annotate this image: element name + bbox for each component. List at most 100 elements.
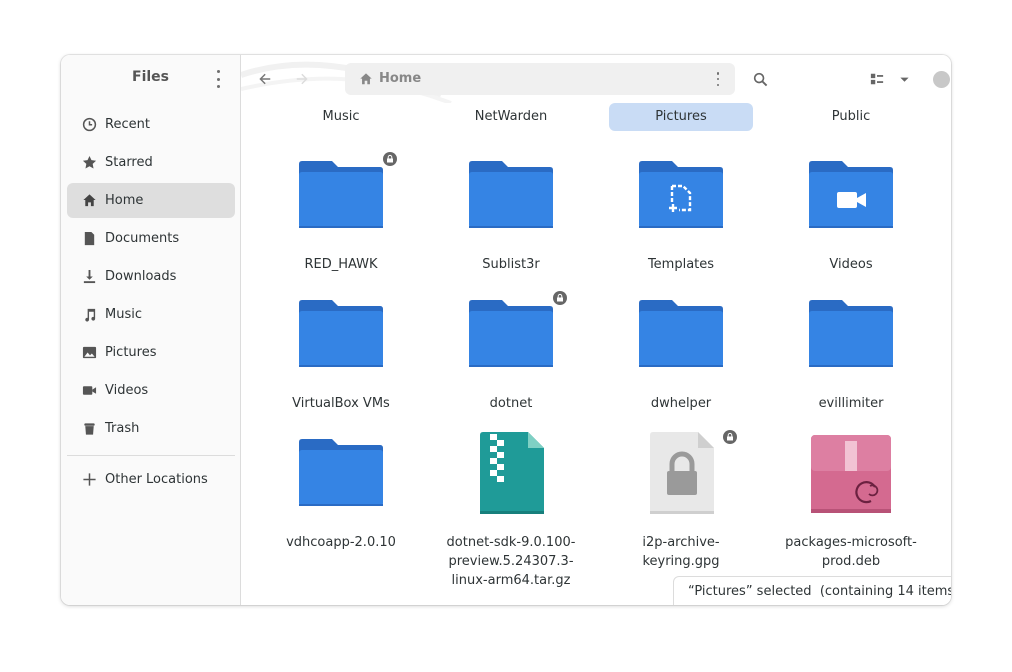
file-item-netwarden[interactable]: NetWarden: [439, 103, 583, 131]
lock-emblem-icon: [383, 152, 397, 166]
breadcrumb[interactable]: Home: [359, 71, 421, 86]
file-name: Videos: [829, 257, 873, 272]
file-item-dwhelper[interactable]: dwhelper: [606, 287, 756, 417]
key-file-icon: [650, 432, 714, 514]
archive-icon: [480, 432, 544, 514]
sidebar-item-starred[interactable]: Starred: [67, 145, 235, 180]
file-name-multiline: dotnet-sdk-9.0.100- preview.5.24307.3- l…: [436, 533, 586, 590]
sidebar-item-label: Starred: [105, 155, 153, 170]
file-item-templates[interactable]: Templates: [606, 148, 756, 278]
search-icon: [753, 72, 767, 86]
path-bar[interactable]: Home: [345, 63, 735, 95]
folder-icon: [809, 300, 893, 367]
lock-emblem-icon: [553, 291, 567, 305]
folder-icon: [469, 161, 553, 228]
path-menu-button[interactable]: [710, 72, 726, 86]
sidebar-item-label: Videos: [105, 383, 149, 398]
header-bar: Home: [241, 55, 951, 103]
file-item-sublist3r[interactable]: Sublist3r: [436, 148, 586, 278]
folder-icon: [469, 300, 553, 367]
home-icon: [81, 193, 97, 209]
file-name: Public: [831, 109, 871, 124]
file-name-line: keyring.gpg: [642, 554, 720, 569]
file-name-multiline: packages-microsoft- prod.deb: [776, 533, 926, 571]
sidebar-item-label: Trash: [105, 421, 140, 436]
file-name: dotnet: [489, 396, 533, 411]
file-name-multiline: i2p-archive- keyring.gpg: [606, 533, 756, 571]
sidebar-item-music[interactable]: Music: [67, 297, 235, 332]
sidebar-item-other-locations[interactable]: Other Locations: [67, 462, 235, 497]
folder-icon: [299, 300, 383, 367]
sidebar-item-label: Documents: [105, 231, 180, 246]
file-item-evillimiter[interactable]: evillimiter: [776, 287, 926, 417]
sidebar-separator: [67, 455, 235, 456]
arrow-right-icon: [296, 73, 308, 85]
file-name-line: linux-arm64.tar.gz: [451, 573, 571, 588]
sidebar-item-pictures[interactable]: Pictures: [67, 335, 235, 370]
document-icon: [81, 231, 97, 247]
file-name-line: i2p-archive-: [642, 535, 720, 550]
file-view: Music NetWarden Pictures Public RED_HAWK…: [241, 103, 951, 605]
sidebar-item-documents[interactable]: Documents: [67, 221, 235, 256]
sidebar-item-label: Music: [105, 307, 142, 322]
debian-package-icon: [811, 435, 891, 513]
sidebar-item-label: Recent: [105, 117, 150, 132]
file-name: vdhcoapp-2.0.10: [286, 535, 396, 550]
file-item-public[interactable]: Public: [779, 103, 923, 131]
file-manager-window: Files Recent Starred Home Documents Down…: [61, 55, 951, 605]
file-name-line: packages-microsoft-: [785, 535, 917, 550]
sidebar-item-label: Downloads: [105, 269, 177, 284]
file-name-line: prod.deb: [821, 554, 881, 569]
view-options-dropdown[interactable]: [896, 69, 912, 89]
picture-icon: [81, 345, 97, 361]
folder-icon: [639, 300, 723, 367]
sidebar-item-label: Home: [105, 193, 144, 208]
file-item-packages-microsoft-deb[interactable]: packages-microsoft- prod.deb: [776, 426, 926, 596]
file-item-pictures[interactable]: Pictures: [609, 103, 753, 131]
file-name: dwhelper: [650, 396, 712, 411]
music-icon: [81, 307, 97, 323]
sidebar-item-downloads[interactable]: Downloads: [67, 259, 235, 294]
sidebar-item-label: Pictures: [105, 345, 157, 360]
sidebar-item-label: Other Locations: [105, 472, 208, 487]
file-name: Music: [322, 109, 360, 124]
file-name-line: preview.5.24307.3-: [448, 554, 574, 569]
file-name: NetWarden: [474, 109, 548, 124]
folder-icon: [299, 439, 383, 506]
file-item-dotnet-sdk-archive[interactable]: dotnet-sdk-9.0.100- preview.5.24307.3- l…: [436, 426, 586, 596]
file-name: RED_HAWK: [304, 257, 378, 272]
sidebar-item-home[interactable]: Home: [67, 183, 235, 218]
file-item-videos[interactable]: Videos: [776, 148, 926, 278]
file-name: Sublist3r: [482, 257, 540, 272]
file-item-dotnet[interactable]: dotnet: [436, 287, 586, 417]
lock-emblem-icon: [723, 430, 737, 444]
file-item-i2p-keyring[interactable]: i2p-archive- keyring.gpg: [606, 426, 756, 596]
home-icon: [360, 72, 372, 84]
file-name: VirtualBox VMs: [292, 396, 390, 411]
view-mode-button[interactable]: [868, 69, 886, 89]
folder-videos-icon: [809, 161, 893, 228]
sidebar-item-trash[interactable]: Trash: [67, 411, 235, 446]
file-name: evillimiter: [818, 396, 884, 411]
plus-icon: [81, 472, 97, 488]
file-item-virtualbox-vms[interactable]: VirtualBox VMs: [266, 287, 416, 417]
file-name: Pictures: [655, 109, 707, 124]
file-item-music[interactable]: Music: [269, 103, 413, 131]
folder-icon: [299, 161, 383, 228]
forward-button[interactable]: [292, 69, 312, 89]
minimize-button[interactable]: [933, 71, 950, 88]
status-floating-bar: “Pictures” selected (containing 14 items…: [673, 576, 951, 605]
back-button[interactable]: [255, 69, 275, 89]
sidebar-item-recent[interactable]: Recent: [67, 107, 235, 142]
file-name-line: dotnet-sdk-9.0.100-: [446, 535, 576, 550]
file-item-vdhcoapp[interactable]: vdhcoapp-2.0.10: [266, 426, 416, 596]
main-menu-button[interactable]: [210, 70, 226, 88]
clock-icon: [81, 117, 97, 133]
search-button[interactable]: [750, 69, 770, 89]
folder-templates-icon: [639, 161, 723, 228]
file-name: Templates: [647, 257, 715, 272]
sidebar-item-videos[interactable]: Videos: [67, 373, 235, 408]
sidebar-header: Files: [61, 55, 240, 103]
file-item-red-hawk[interactable]: RED_HAWK: [266, 148, 416, 278]
breadcrumb-label: Home: [379, 71, 422, 86]
